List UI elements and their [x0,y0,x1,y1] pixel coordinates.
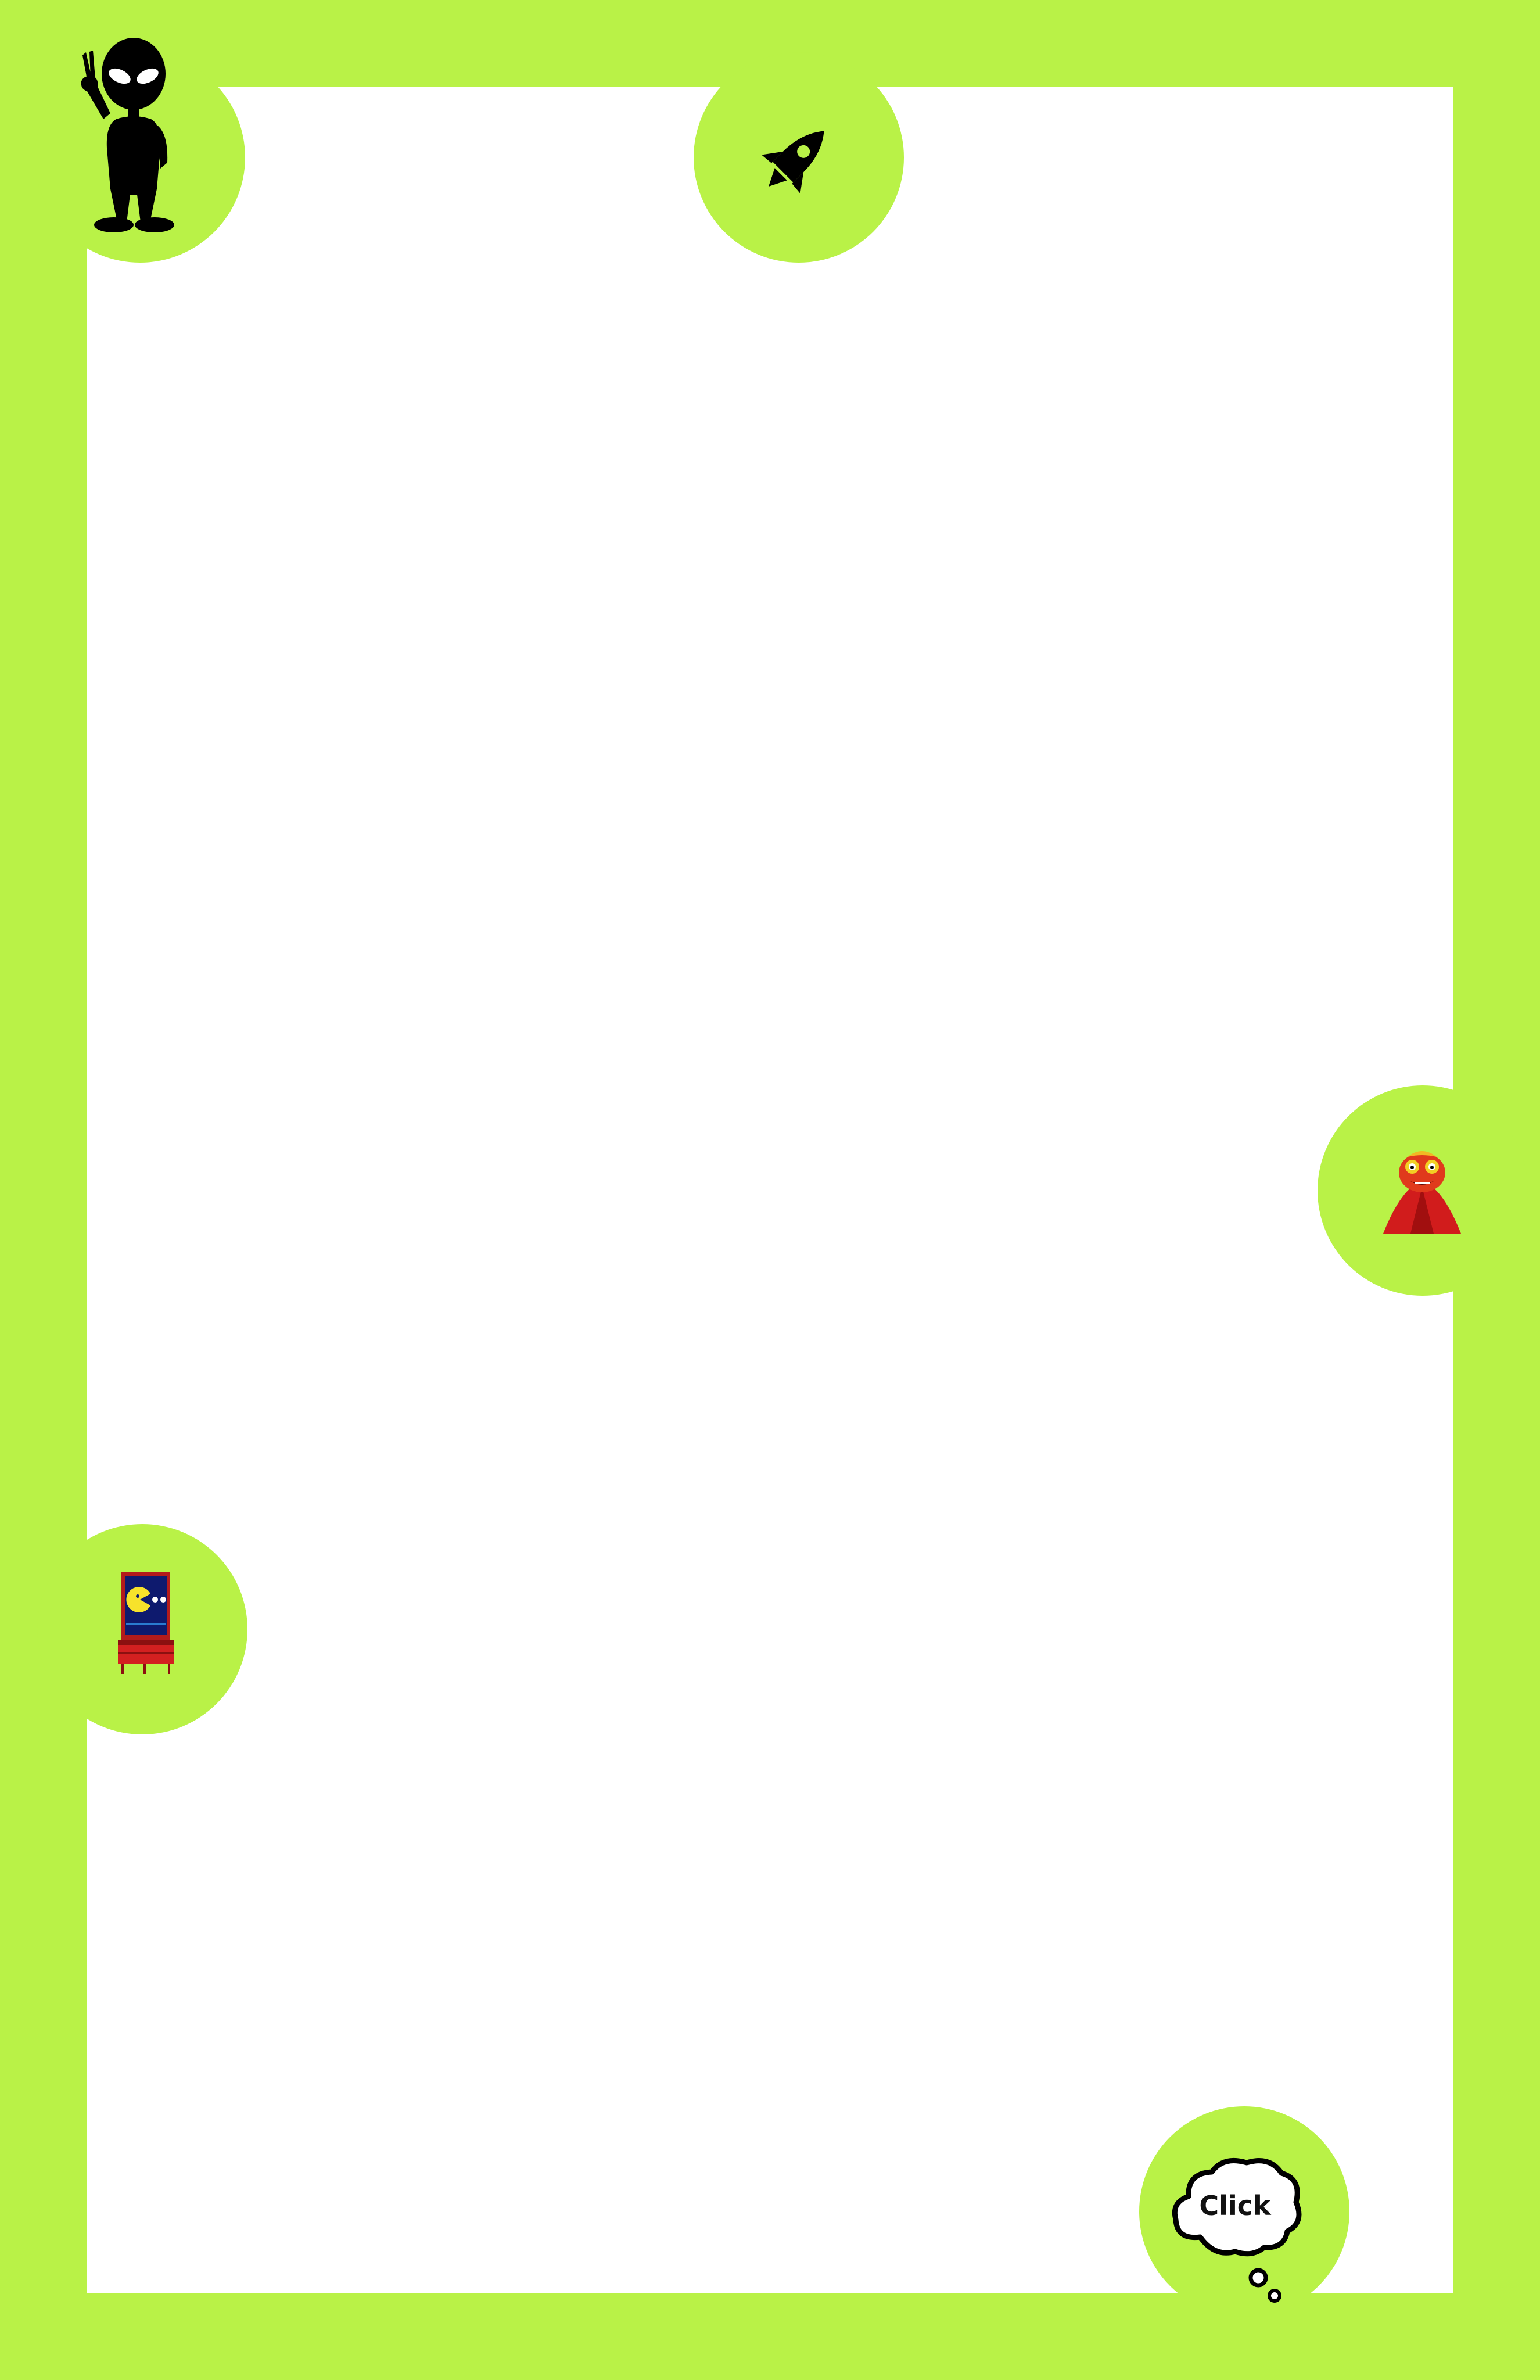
click-token[interactable]: Click [1139,2106,1349,2317]
game-board [87,87,1453,2293]
alien-icon [81,38,174,232]
rocket-icon [762,131,824,193]
click-label: Click [1199,2190,1272,2221]
alien-token[interactable] [35,38,245,263]
arcade-cabinet-icon [118,1572,174,1674]
arcade-cabinet-token[interactable] [37,1524,247,1734]
rocket-token[interactable] [694,52,904,263]
thought-bubble-icon: Click [1172,2157,1302,2303]
red-monster-token[interactable] [1318,1085,1528,1296]
red-monster-icon [1383,1151,1461,1234]
